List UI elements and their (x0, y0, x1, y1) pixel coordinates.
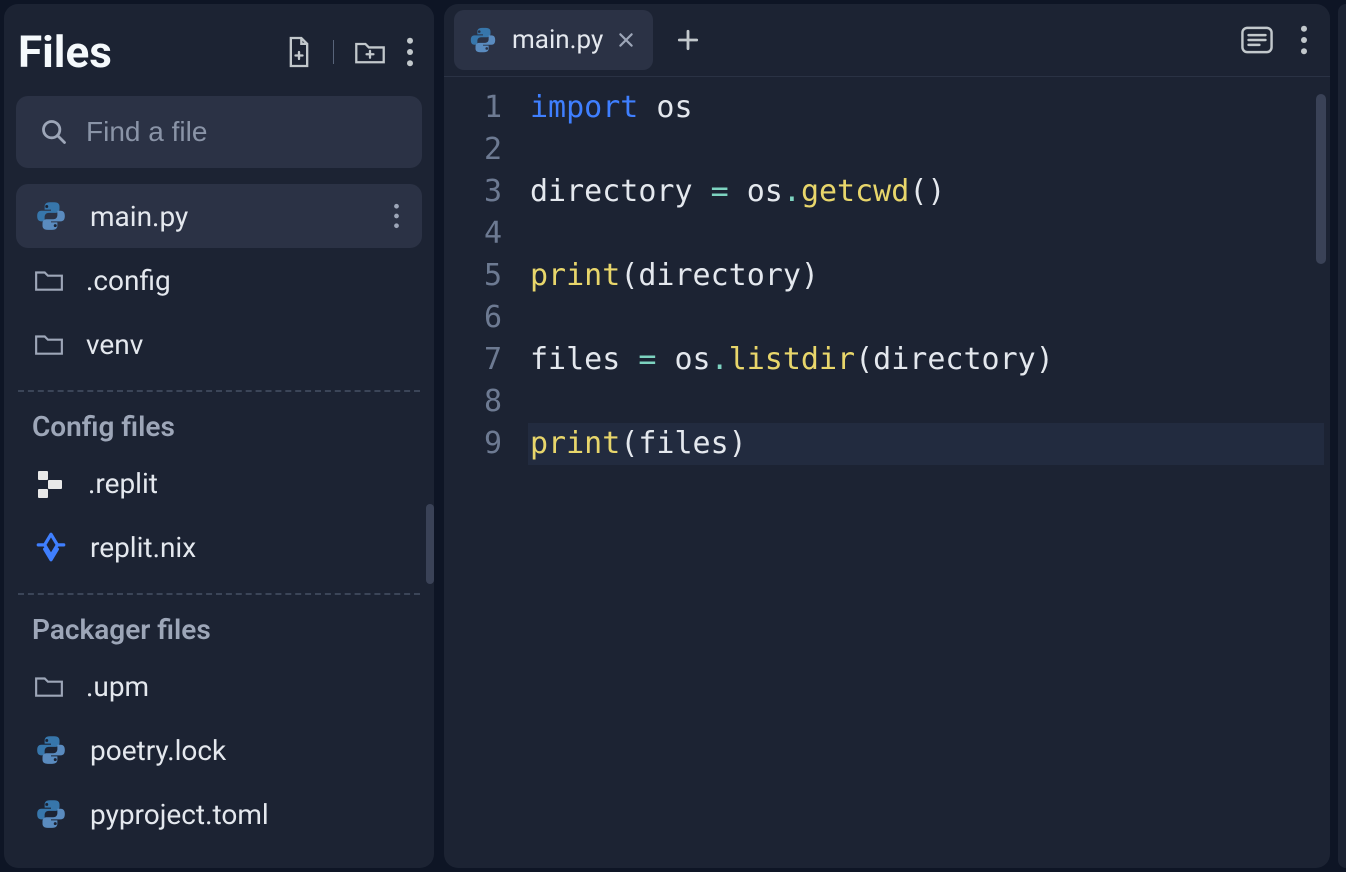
tabbar: main.py (444, 4, 1330, 77)
code-lines: import os directory = os.getcwd() print(… (528, 87, 1330, 868)
header-divider (333, 40, 334, 64)
folder-icon (34, 331, 64, 357)
file-row-main-py[interactable]: main.py (16, 184, 422, 248)
file-row-venv[interactable]: venv (4, 312, 434, 376)
code-line[interactable] (528, 297, 1324, 339)
code-line[interactable]: files = os.listdir(directory) (528, 339, 1324, 381)
line-number: 7 (444, 339, 502, 381)
line-number: 9 (444, 423, 502, 465)
file-row-upm[interactable]: .upm (4, 654, 434, 718)
code-line[interactable]: directory = os.getcwd() (528, 171, 1324, 213)
folder-icon (34, 267, 64, 293)
new-folder-icon[interactable] (354, 38, 386, 66)
code-line[interactable]: print(files) (528, 423, 1324, 465)
line-number: 5 (444, 255, 502, 297)
file-search[interactable] (16, 96, 422, 168)
files-sidebar: Files main.py (4, 4, 434, 868)
replit-icon (34, 467, 66, 499)
editor-more-icon[interactable] (1300, 25, 1308, 55)
file-row-config[interactable]: .config (4, 248, 434, 312)
file-label: replit.nix (90, 531, 412, 564)
line-number: 1 (444, 87, 502, 129)
line-gutter: 1 2 3 4 5 6 7 8 9 (444, 87, 528, 868)
code-line[interactable] (528, 129, 1324, 171)
python-icon (34, 797, 68, 831)
section-label-packager: Packager files (4, 601, 434, 654)
right-panel-edge[interactable] (1338, 4, 1346, 868)
code-line[interactable]: import os (528, 87, 1324, 129)
file-label: .replit (88, 467, 412, 500)
file-row-replit-nix[interactable]: replit.nix (4, 515, 434, 579)
file-row-replit[interactable]: .replit (4, 451, 434, 515)
sidebar-more-icon[interactable] (406, 37, 414, 67)
editor-scrollbar[interactable] (1316, 94, 1326, 264)
code-editor[interactable]: 1 2 3 4 5 6 7 8 9 import os directory = … (444, 77, 1330, 868)
file-row-poetry-lock[interactable]: poetry.lock (4, 718, 434, 782)
sidebar-scrollbar[interactable] (426, 504, 434, 584)
tab-title: main.py (512, 25, 603, 55)
file-label: poetry.lock (90, 734, 412, 767)
line-number: 4 (444, 213, 502, 255)
code-line[interactable] (528, 213, 1324, 255)
code-line[interactable]: print(directory) (528, 255, 1324, 297)
section-label-config: Config files (4, 398, 434, 451)
new-file-icon[interactable] (285, 35, 313, 69)
code-line[interactable] (528, 381, 1324, 423)
file-search-input[interactable] (86, 116, 447, 148)
sidebar-title: Files (18, 26, 112, 78)
tab-main-py[interactable]: main.py (454, 10, 653, 70)
nix-icon (34, 530, 68, 564)
line-number: 2 (444, 129, 502, 171)
line-number: 6 (444, 297, 502, 339)
sidebar-scroll: main.py .config venv Config files .repli… (4, 184, 434, 868)
file-label: .upm (86, 670, 412, 703)
section-divider (18, 390, 420, 392)
editor-pane: main.py 1 2 3 4 5 6 7 8 9 (444, 4, 1330, 868)
file-more-icon[interactable] (393, 203, 400, 229)
search-icon (40, 118, 68, 146)
folder-icon (34, 673, 64, 699)
close-tab-icon[interactable] (617, 31, 635, 49)
file-label: .config (86, 264, 412, 297)
python-icon (34, 733, 68, 767)
file-label: venv (86, 328, 412, 361)
python-icon (34, 199, 68, 233)
line-number: 8 (444, 381, 502, 423)
python-icon (468, 25, 498, 55)
section-divider (18, 593, 420, 595)
file-row-pyproject[interactable]: pyproject.toml (4, 782, 434, 846)
tabbar-right (1240, 25, 1320, 55)
format-icon[interactable] (1240, 25, 1274, 55)
new-tab-icon[interactable] (667, 27, 709, 53)
sidebar-header: Files (4, 16, 434, 92)
file-label: main.py (90, 200, 371, 233)
file-label: pyproject.toml (90, 798, 412, 831)
line-number: 3 (444, 171, 502, 213)
sidebar-header-actions (285, 35, 414, 69)
